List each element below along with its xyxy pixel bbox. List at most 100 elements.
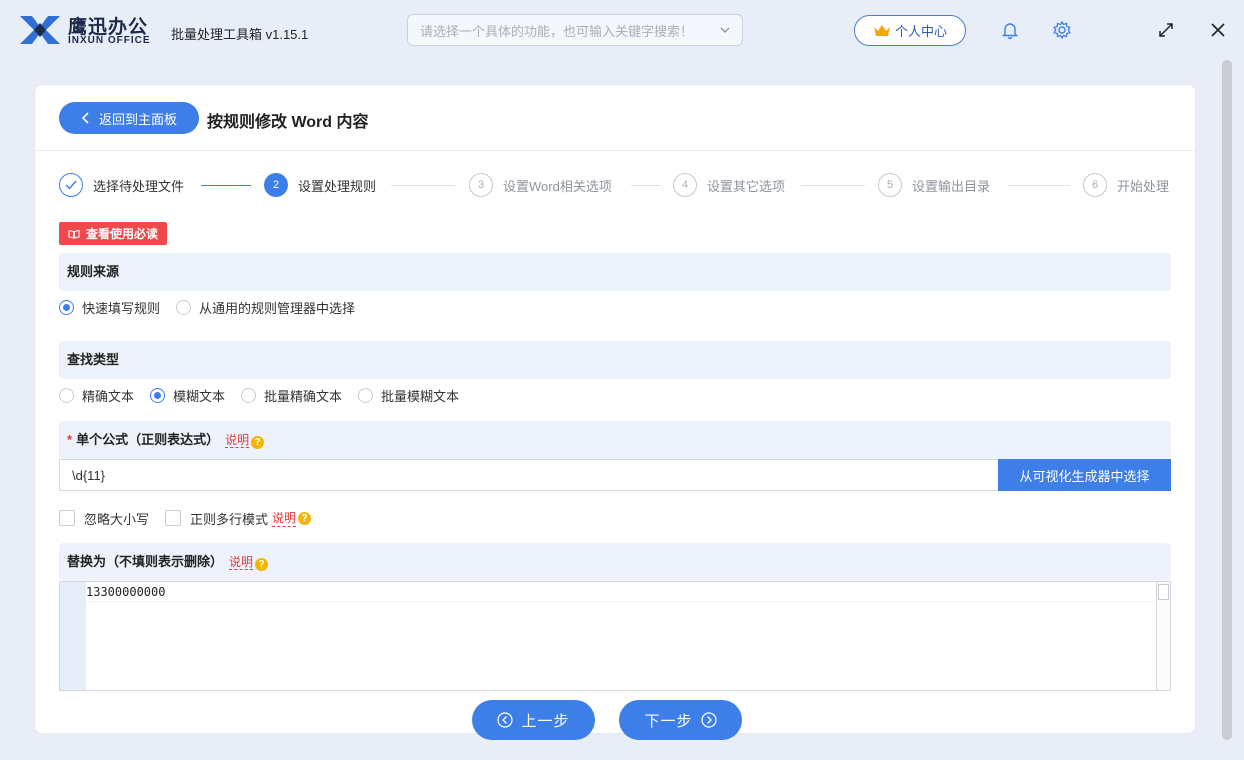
replace-text[interactable]: 13300000000 (86, 584, 1156, 602)
radio-indicator[interactable] (358, 387, 374, 403)
gear-icon[interactable] (1052, 20, 1072, 40)
step-4: 4 设置其它选项 (673, 173, 785, 197)
section-title: 替换为（不填则表示删除） (67, 554, 224, 569)
formula-header: * 单个公式（正则表达式） 说明? (59, 421, 1171, 459)
step-number: 2 (264, 173, 288, 197)
radio-label: 批量精确文本 (264, 388, 343, 404)
step-number: 3 (469, 173, 493, 197)
check-icon (59, 173, 83, 197)
step-label: 设置其它选项 (707, 178, 786, 194)
chevron-left-icon (81, 112, 89, 124)
back-to-home-button[interactable]: 返回到主面板 (59, 102, 199, 134)
line-gutter (60, 582, 86, 690)
step-5: 5 设置输出目录 (878, 173, 990, 197)
step-1: 选择待处理文件 (59, 173, 184, 197)
scrollbar-thumb[interactable] (1158, 584, 1169, 600)
search-type-header: 查找类型 (59, 341, 1171, 379)
radio-label: 快速填写规则 (82, 300, 161, 316)
radio-fuzzy-text[interactable]: 模糊文本 (150, 386, 225, 405)
step-3: 3 设置Word相关选项 (469, 173, 612, 197)
checkbox-box[interactable] (165, 510, 182, 526)
editor-scrollbar[interactable] (1156, 582, 1170, 690)
step-connector (391, 185, 455, 186)
radio-indicator[interactable] (150, 387, 166, 403)
visual-generator-button[interactable]: 从可视化生成器中选择 (998, 459, 1171, 491)
next-step-button[interactable]: 下一步 (619, 700, 742, 740)
regex-options: 忽略大小写 正则多行模式 说明? (59, 509, 312, 528)
back-label: 返回到主面板 (98, 111, 177, 127)
checkbox-label: 忽略大小写 (84, 511, 150, 527)
panel-header: 返回到主面板 按规则修改 Word 内容 (35, 85, 1195, 151)
radio-indicator[interactable] (59, 299, 74, 315)
question-icon[interactable]: ? (298, 511, 312, 525)
multiline-checkbox[interactable]: 正则多行模式 (165, 509, 268, 528)
checkbox-box[interactable] (59, 510, 75, 526)
question-icon[interactable]: ? (255, 558, 269, 571)
radio-label: 模糊文本 (173, 388, 226, 404)
circle-chevron-right-icon (700, 712, 717, 728)
step-connector (801, 185, 865, 186)
step-progress: 选择待处理文件 2 设置处理规则 3 设置Word相关选项 4 设置其它选项 5… (59, 173, 1171, 199)
next-label: 下一步 (644, 712, 693, 730)
rule-source-header: 规则来源 (59, 253, 1171, 291)
required-mark: * (67, 432, 73, 447)
step-number: 4 (673, 173, 697, 197)
step-label: 设置Word相关选项 (503, 178, 612, 194)
radio-label: 从通用的规则管理器中选择 (199, 300, 356, 316)
maximize-icon[interactable] (1156, 20, 1176, 40)
user-center-label: 个人中心 (894, 24, 947, 39)
step-number: 6 (1083, 173, 1107, 197)
question-icon[interactable]: ? (251, 436, 265, 449)
logo-subtext: INXUN OFFICE (68, 35, 151, 46)
prev-label: 上一步 (521, 712, 570, 730)
title-bar: 鹰迅办公 INXUN OFFICE 批量处理工具箱 v1.15.1 个人中心 (0, 0, 1244, 60)
step-number: 5 (878, 173, 902, 197)
step-connector (1008, 185, 1070, 186)
formula-help-link[interactable]: 说明 (225, 433, 250, 448)
radio-rule-manager[interactable]: 从通用的规则管理器中选择 (176, 298, 355, 317)
page-title: 按规则修改 Word 内容 (207, 114, 369, 131)
bell-icon[interactable] (1000, 20, 1020, 40)
circle-chevron-left-icon (497, 712, 514, 728)
regex-input[interactable] (59, 459, 999, 491)
scrollbar-thumb[interactable] (1222, 60, 1232, 740)
replace-editor[interactable]: 13300000000 (59, 581, 1171, 691)
radio-batch-exact-text[interactable]: 批量精确文本 (241, 386, 342, 405)
prev-step-button[interactable]: 上一步 (472, 700, 595, 740)
checkbox-label: 正则多行模式 (190, 511, 269, 527)
radio-label: 精确文本 (82, 388, 135, 404)
radio-indicator[interactable] (176, 299, 192, 315)
section-title: 规则来源 (67, 264, 120, 279)
ignore-case-checkbox[interactable]: 忽略大小写 (59, 509, 149, 528)
close-icon[interactable] (1208, 20, 1228, 40)
multiline-help-link[interactable]: 说明 (272, 509, 297, 527)
section-title: 单个公式（正则表达式） (76, 432, 220, 447)
step-2: 2 设置处理规则 (264, 173, 376, 197)
chevron-down-icon[interactable] (718, 23, 732, 37)
step-connector (201, 185, 251, 186)
radio-quick-rule[interactable]: 快速填写规则 (59, 298, 160, 317)
guide-label: 查看使用必读 (85, 227, 158, 241)
app-title: 批量处理工具箱 v1.15.1 (171, 27, 309, 42)
replace-help-link[interactable]: 说明 (229, 555, 254, 570)
section-title: 查找类型 (67, 352, 120, 367)
radio-indicator[interactable] (241, 387, 257, 403)
crown-icon (873, 24, 890, 36)
radio-exact-text[interactable]: 精确文本 (59, 386, 134, 405)
radio-indicator[interactable] (59, 387, 74, 403)
user-center-button[interactable]: 个人中心 (854, 15, 966, 46)
step-6: 6 开始处理 (1083, 173, 1169, 197)
main-panel: 返回到主面板 按规则修改 Word 内容 选择待处理文件 2 设置处理规则 3 … (34, 84, 1196, 734)
radio-batch-fuzzy-text[interactable]: 批量模糊文本 (358, 386, 459, 405)
function-search[interactable] (407, 14, 743, 46)
page-scrollbar[interactable] (1220, 60, 1234, 750)
search-input[interactable] (420, 21, 710, 41)
book-icon (68, 229, 80, 239)
step-label: 选择待处理文件 (93, 178, 185, 194)
step-connector (631, 185, 661, 186)
search-type-options: 精确文本 模糊文本 批量精确文本 批量模糊文本 (59, 385, 475, 405)
replace-header: 替换为（不填则表示删除） 说明? (59, 543, 1171, 581)
read-guide-button[interactable]: 查看使用必读 (59, 222, 167, 245)
step-label: 设置输出目录 (912, 178, 991, 194)
radio-label: 批量模糊文本 (381, 388, 460, 404)
